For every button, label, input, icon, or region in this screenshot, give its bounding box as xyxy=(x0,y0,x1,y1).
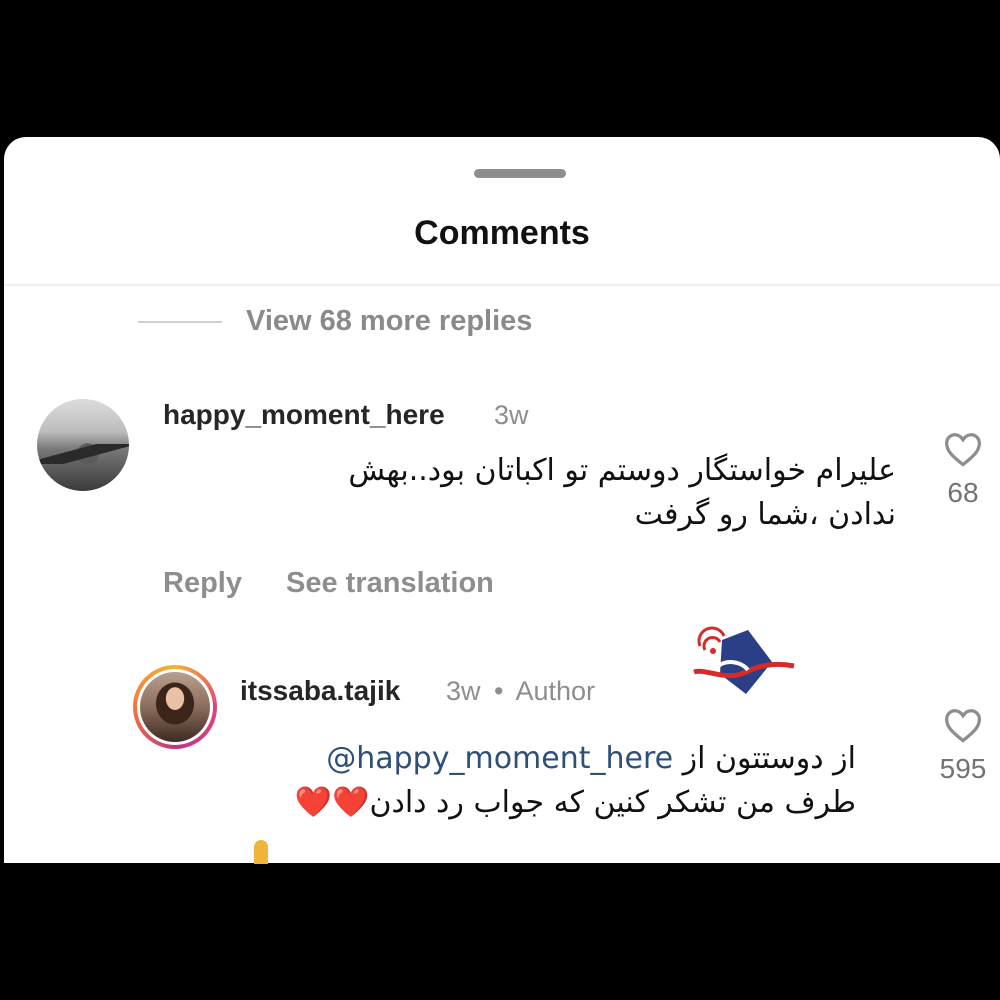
like-button[interactable]: 595 xyxy=(928,707,998,785)
author-avatar[interactable] xyxy=(133,665,217,749)
like-button[interactable]: 68 xyxy=(928,431,998,509)
emoji-partial xyxy=(254,840,268,864)
comment-line-1: از دوستتون از @happy_moment_here xyxy=(236,737,856,781)
comment-text-rest: طرف من تشکر کنین که جواب رد دادن xyxy=(369,785,856,820)
author-badge: Author xyxy=(515,676,596,706)
replies-line xyxy=(138,320,222,323)
avatar-ring xyxy=(137,669,213,745)
meta-dot: • xyxy=(494,676,504,706)
comment-username[interactable]: itssaba.tajik xyxy=(240,675,400,707)
see-translation-button[interactable]: See translation xyxy=(286,567,494,600)
comment-time: 3w xyxy=(446,676,481,706)
header-divider xyxy=(4,284,1000,286)
heart-outline-icon xyxy=(944,709,982,743)
comment-time: 3w xyxy=(494,400,529,430)
like-count: 595 xyxy=(939,753,987,784)
comment-text: علیرام خواستگار دوستم تو اکباتان بود..به… xyxy=(348,453,896,532)
sheet-title: Comments xyxy=(414,214,590,252)
drag-handle[interactable] xyxy=(474,169,566,178)
avatar-image xyxy=(140,672,210,742)
hearts-emoji: ❤️❤️ xyxy=(294,785,370,820)
avatar[interactable] xyxy=(37,399,129,491)
comment-username[interactable]: happy_moment_here xyxy=(163,399,445,431)
like-count: 68 xyxy=(947,477,979,508)
comment-line-2: طرف من تشکر کنین که جواب رد دادن❤️❤️ xyxy=(236,781,856,825)
reply-button[interactable]: Reply xyxy=(163,567,242,600)
comment-text: از دوستتون از @happy_moment_here طرف من … xyxy=(236,737,856,825)
view-more-replies[interactable]: View 68 more replies xyxy=(138,305,532,338)
mention-link[interactable]: @happy_moment_here xyxy=(326,741,673,776)
heart-outline-icon xyxy=(944,433,982,467)
news-agency-logo xyxy=(693,626,795,694)
comment-meta: 3w • Author xyxy=(446,676,595,707)
comment-text-prefix: از دوستتون از xyxy=(682,741,856,776)
view-replies-label: View 68 more replies xyxy=(246,305,533,337)
